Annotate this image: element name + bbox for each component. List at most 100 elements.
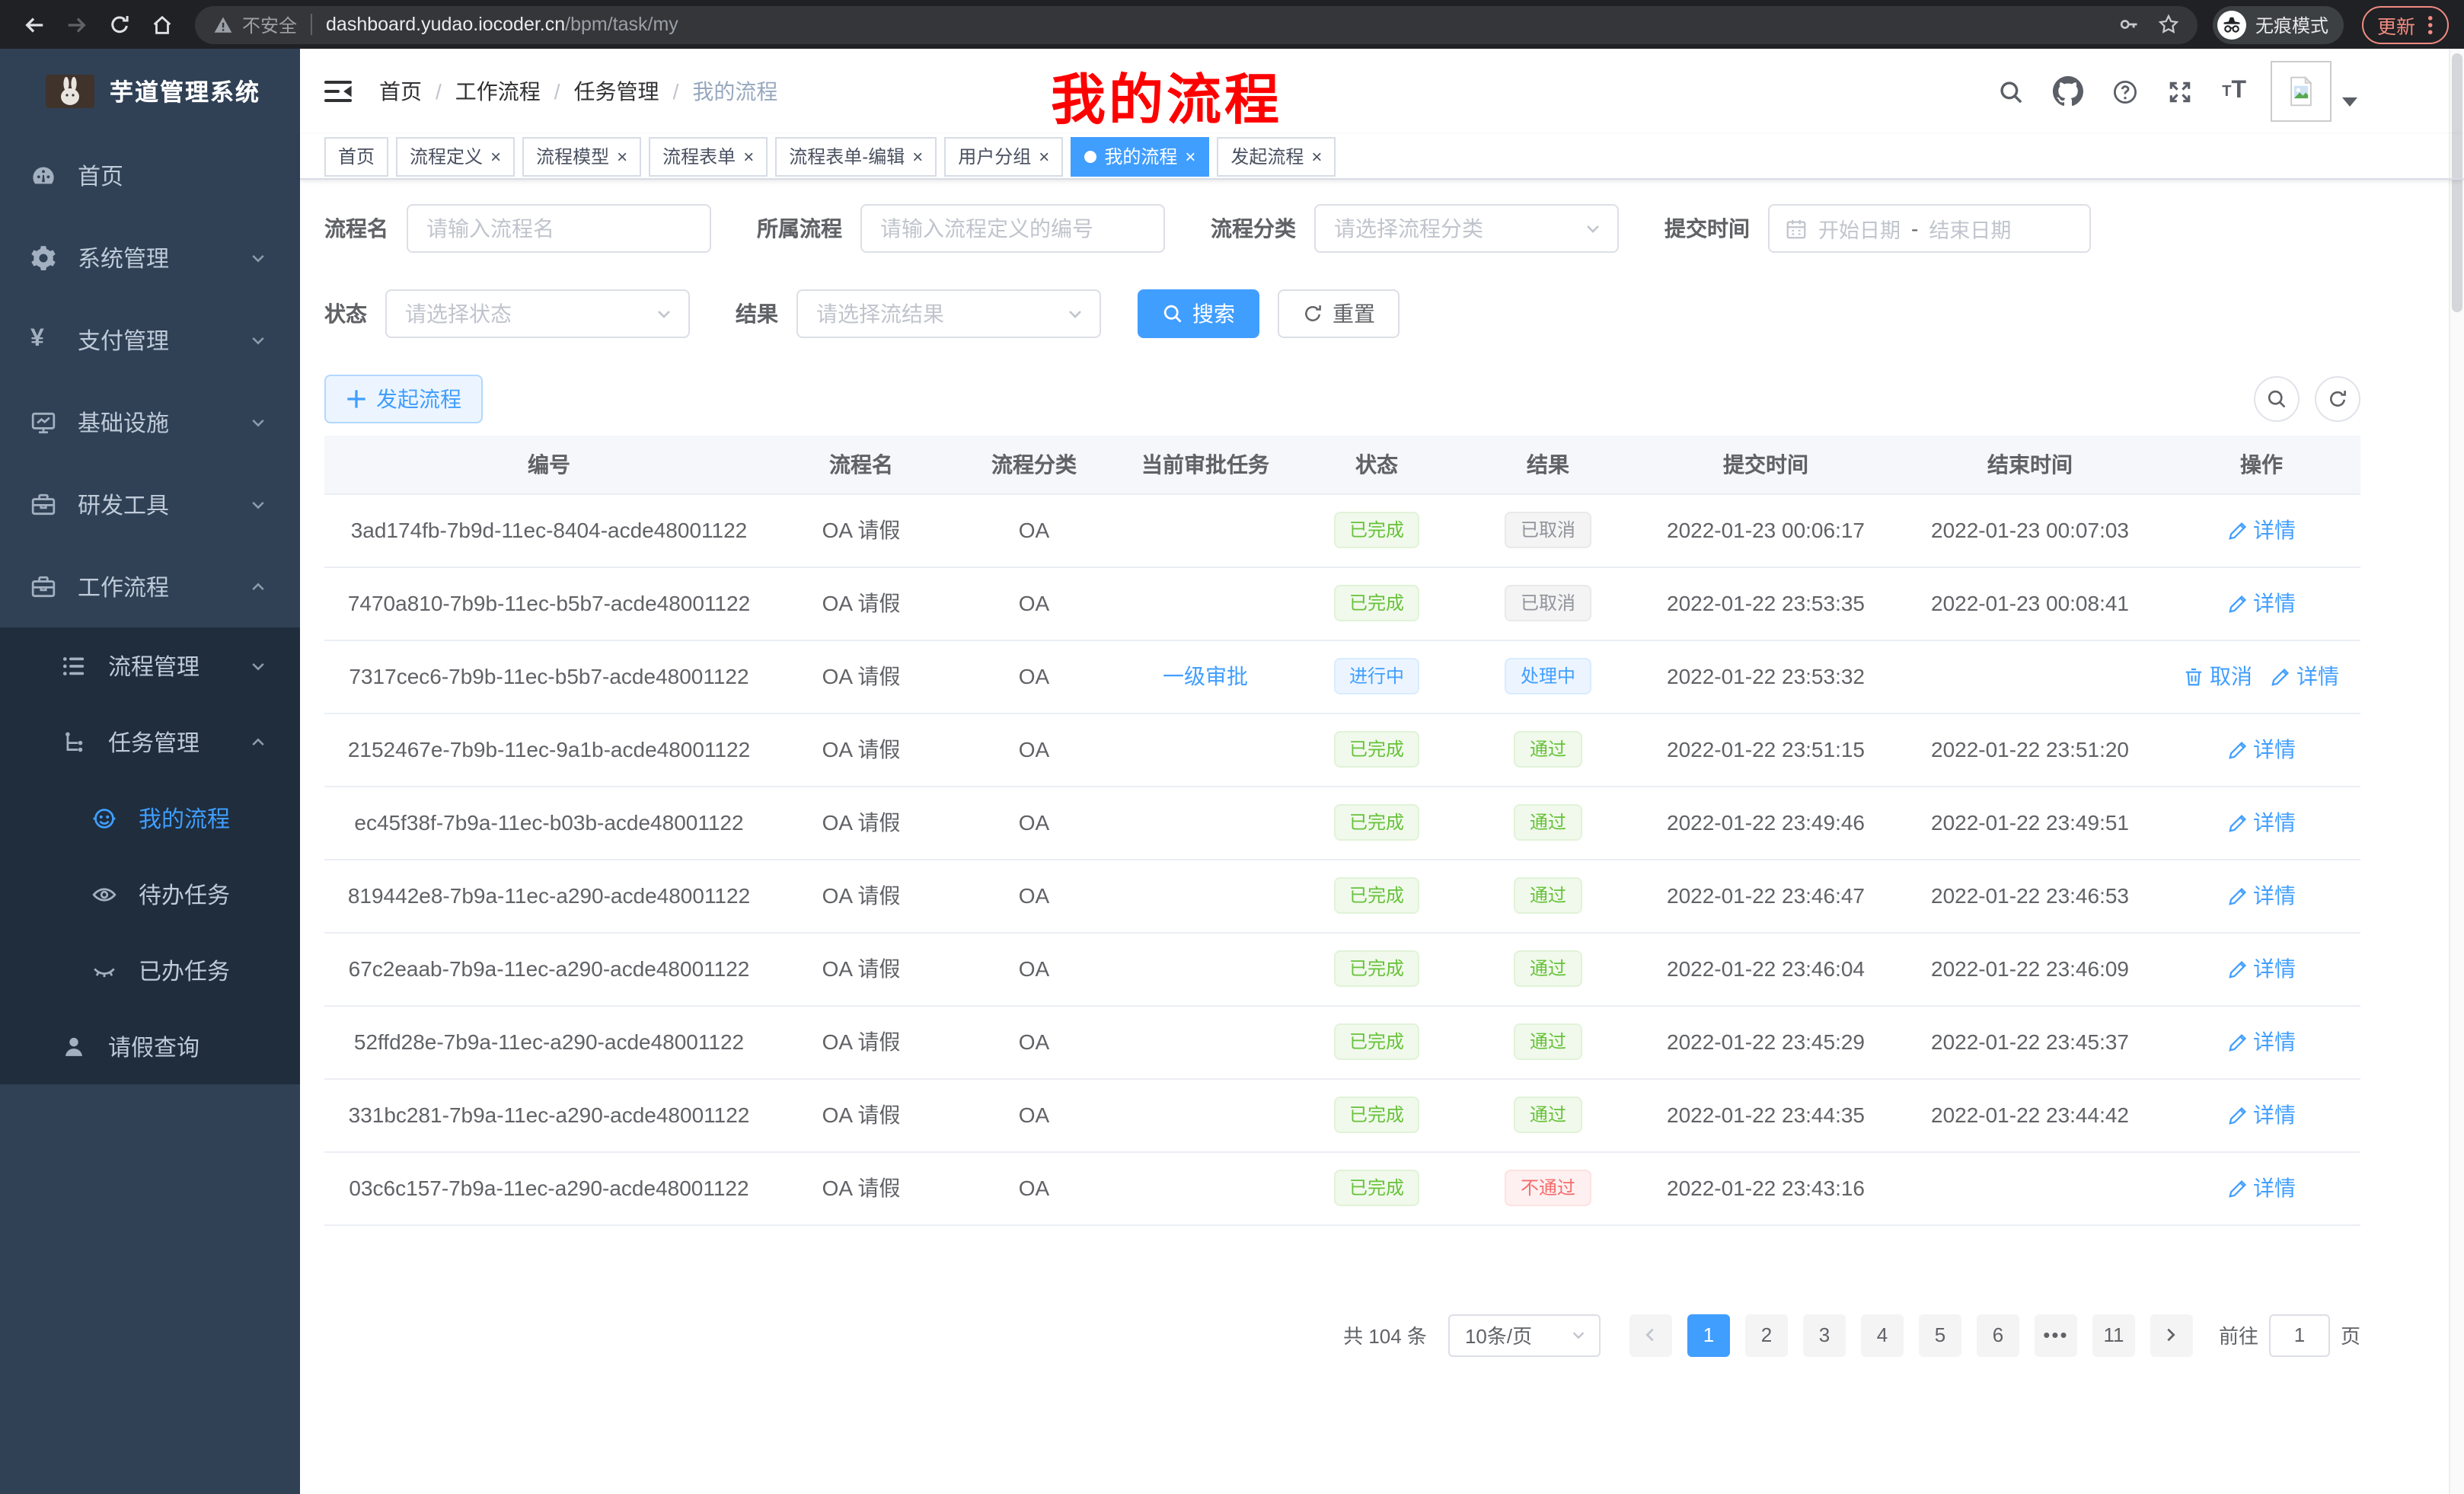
search-button[interactable]: 搜索: [1138, 289, 1259, 338]
action-detail-link[interactable]: 详情: [2271, 661, 2339, 691]
chevron-down-icon: [1584, 219, 1602, 238]
page-button-6[interactable]: 6: [1977, 1314, 2019, 1356]
tab-my-process[interactable]: 我的流程×: [1071, 136, 1209, 176]
avatar[interactable]: [2271, 61, 2332, 122]
action-detail-link[interactable]: 详情: [2227, 515, 2296, 545]
tab-start-process[interactable]: 发起流程×: [1217, 136, 1336, 176]
sidebar-item-process-mgmt[interactable]: 流程管理: [0, 627, 300, 704]
toggle-search-button[interactable]: [2254, 376, 2300, 422]
browser-reload-icon[interactable]: [101, 6, 137, 43]
sidebar-item-done-tasks[interactable]: 已办任务: [0, 932, 300, 1008]
action-detail-link[interactable]: 详情: [2227, 880, 2296, 911]
action-detail-link[interactable]: 详情: [2227, 953, 2296, 984]
date-end-placeholder[interactable]: 结束日期: [1929, 213, 2011, 244]
process-name-input[interactable]: [407, 204, 711, 253]
row-id: 7317cec6-7b9b-11ec-b5b7-acde48001122: [324, 640, 774, 713]
close-icon[interactable]: ×: [743, 147, 754, 165]
date-start-placeholder[interactable]: 开始日期: [1818, 213, 1901, 244]
tab-process-model[interactable]: 流程模型×: [522, 136, 641, 176]
app-title: 芋道管理系统: [110, 75, 260, 108]
tab-home[interactable]: 首页: [324, 136, 388, 176]
breadcrumb-workflow[interactable]: 工作流程: [455, 76, 541, 107]
address-bar[interactable]: 不安全 dashboard.yudao.iocoder.cn/bpm/task/…: [195, 5, 2197, 43]
status-badge: 已完成: [1334, 731, 1419, 768]
close-icon[interactable]: ×: [912, 147, 923, 165]
update-label[interactable]: 更新: [2377, 10, 2415, 39]
page-button-2[interactable]: 2: [1745, 1314, 1788, 1356]
page-button-3[interactable]: 3: [1803, 1314, 1846, 1356]
sidebar-item-system-mgmt[interactable]: 系统管理: [0, 216, 300, 298]
avatar-caret-icon[interactable]: [2342, 97, 2357, 107]
process-definition-input[interactable]: [860, 204, 1165, 253]
browser-back-icon[interactable]: [15, 6, 52, 43]
sidebar-item-infrastructure[interactable]: 基础设施: [0, 381, 300, 463]
url-host[interactable]: dashboard.yudao.iocoder.cn: [326, 14, 565, 35]
header-search-icon[interactable]: [1998, 78, 2024, 104]
breadcrumb-task-mgmt[interactable]: 任务管理: [574, 76, 659, 107]
close-icon[interactable]: ×: [1039, 147, 1049, 165]
scrollbar-track[interactable]: [2449, 49, 2464, 1494]
sidebar-item-todo-tasks[interactable]: 待办任务: [0, 856, 300, 932]
close-icon[interactable]: ×: [1311, 147, 1322, 165]
password-key-icon[interactable]: [2118, 14, 2140, 35]
security-label[interactable]: 不安全: [242, 11, 297, 37]
browser-home-icon[interactable]: [143, 6, 180, 43]
scrollbar-thumb[interactable]: [2452, 53, 2462, 312]
close-icon[interactable]: ×: [490, 147, 501, 165]
sidebar-logo[interactable]: 芋道管理系统: [0, 49, 300, 134]
action-detail-link[interactable]: 详情: [2227, 588, 2296, 618]
action-detail-link[interactable]: 详情: [2227, 807, 2296, 838]
page-button-1[interactable]: 1: [1687, 1314, 1730, 1356]
page-button-4[interactable]: 4: [1861, 1314, 1904, 1356]
category-select[interactable]: 请选择流程分类: [1314, 204, 1619, 253]
action-cancel-link[interactable]: 取消: [2184, 661, 2252, 691]
sidebar-item-dev-tools[interactable]: 研发工具: [0, 463, 300, 545]
sidebar-item-payment-mgmt[interactable]: ¥支付管理: [0, 298, 300, 381]
reset-button[interactable]: 重置: [1278, 289, 1400, 338]
create-process-button[interactable]: 发起流程: [324, 375, 483, 423]
row-result: 通过: [1462, 1005, 1634, 1078]
action-detail-link[interactable]: 详情: [2227, 1173, 2296, 1203]
close-icon[interactable]: ×: [617, 147, 627, 165]
browser-update-button[interactable]: 更新: [2362, 5, 2449, 43]
current-task-link[interactable]: 一级审批: [1163, 664, 1248, 688]
sidebar-item-leave-query[interactable]: 请假查询: [0, 1008, 300, 1084]
page-button-5[interactable]: 5: [1919, 1314, 1961, 1356]
result-select[interactable]: 请选择流结果: [796, 289, 1101, 338]
bookmark-star-icon[interactable]: [2158, 14, 2179, 35]
tab-process-form-edit[interactable]: 流程表单-编辑×: [775, 136, 937, 176]
sidebar-item-home[interactable]: 首页: [0, 134, 300, 216]
close-icon[interactable]: ×: [1185, 147, 1195, 165]
url-path[interactable]: /bpm/task/my: [565, 14, 678, 35]
action-detail-link[interactable]: 详情: [2227, 734, 2296, 765]
next-page-button[interactable]: [2150, 1314, 2193, 1356]
tab-user-group[interactable]: 用户分组×: [944, 136, 1063, 176]
font-size-icon[interactable]: TT: [2222, 78, 2246, 105]
status-select[interactable]: 请选择状态: [385, 289, 690, 338]
help-icon[interactable]: [2112, 78, 2138, 104]
main-area: 我的流程 首页 / 工作流程 / 任务管理 / 我的流程 TT: [300, 49, 2464, 1494]
goto-page-input[interactable]: [2269, 1314, 2330, 1356]
tab-process-definition[interactable]: 流程定义×: [396, 136, 515, 176]
action-detail-link[interactable]: 详情: [2227, 1100, 2296, 1130]
prev-page-button[interactable]: [1629, 1314, 1672, 1356]
action-detail-link[interactable]: 详情: [2227, 1026, 2296, 1057]
github-icon[interactable]: [2053, 76, 2083, 107]
status-badge: 已完成: [1334, 950, 1419, 987]
page-button-11[interactable]: 11: [2092, 1314, 2135, 1356]
row-id: 2152467e-7b9b-11ec-9a1b-acde48001122: [324, 713, 774, 786]
sidebar-fold-icon[interactable]: [324, 79, 352, 104]
tab-process-form[interactable]: 流程表单×: [649, 136, 768, 176]
sidebar-item-my-process[interactable]: 我的流程: [0, 780, 300, 856]
kebab-menu-icon[interactable]: [2427, 14, 2434, 34]
fullscreen-icon[interactable]: [2167, 78, 2193, 104]
sidebar-item-task-mgmt[interactable]: 任务管理: [0, 704, 300, 780]
breadcrumb-home[interactable]: 首页: [379, 76, 422, 107]
refresh-table-button[interactable]: [2315, 376, 2360, 422]
sidebar-item-workflow[interactable]: 工作流程: [0, 545, 300, 627]
page-size-select[interactable]: 10条/页: [1448, 1314, 1601, 1356]
page-ellipsis[interactable]: •••: [2035, 1314, 2077, 1356]
date-range-picker[interactable]: 开始日期 - 结束日期: [1768, 204, 2091, 253]
browser-forward-icon[interactable]: [58, 6, 94, 43]
eye-icon: [91, 881, 117, 907]
